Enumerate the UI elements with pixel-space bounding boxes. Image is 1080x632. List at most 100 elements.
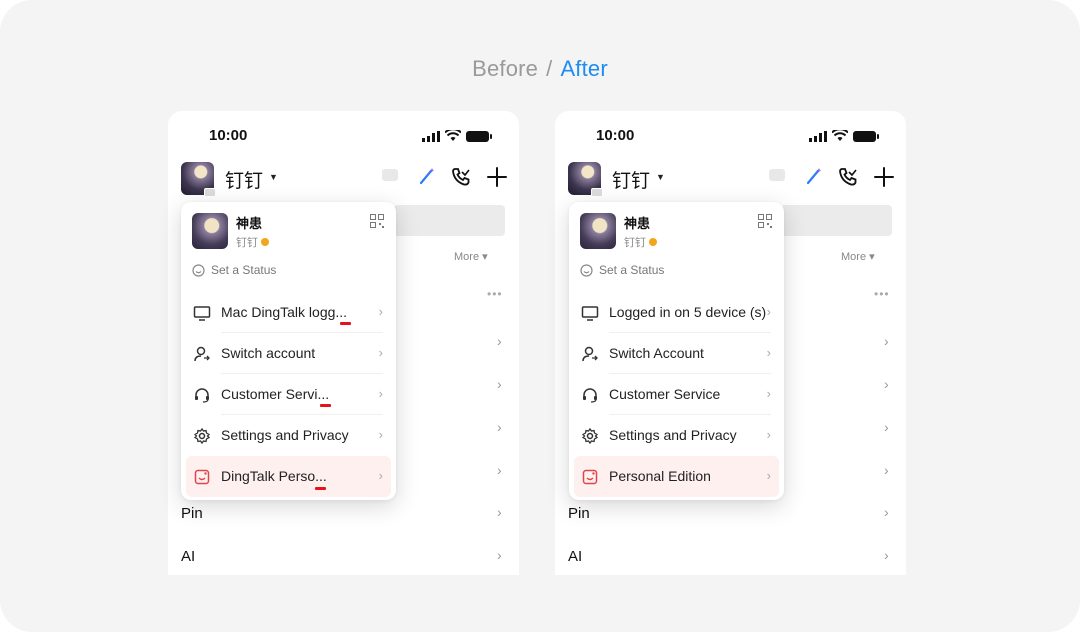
menu-label-settings: Settings and Privacy xyxy=(609,427,737,443)
chevron-right-icon[interactable]: › xyxy=(884,376,889,392)
chevron-right-icon[interactable]: › xyxy=(884,333,889,349)
status-icons xyxy=(809,130,879,142)
profile-org: 钉钉 xyxy=(624,234,657,250)
list-item-ai[interactable]: AI xyxy=(181,548,195,565)
org-title[interactable]: 钉钉 xyxy=(225,166,263,193)
device-badge-icon xyxy=(204,188,216,197)
more-tab[interactable]: More ▾ xyxy=(841,250,875,263)
more-tab-label: More xyxy=(841,251,867,263)
list-item-pin[interactable]: Pin xyxy=(181,505,203,522)
search-bar[interactable] xyxy=(781,205,892,236)
heading-after: After xyxy=(560,56,608,81)
gear-icon xyxy=(581,427,599,445)
profile-org-label: 钉钉 xyxy=(624,237,646,249)
wifi-icon xyxy=(445,130,461,141)
chevron-right-icon: › xyxy=(766,468,771,483)
qr-code-icon[interactable] xyxy=(758,214,772,228)
chevron-right-icon: › xyxy=(766,345,771,360)
chevron-right-icon: › xyxy=(378,386,383,401)
battery-icon xyxy=(853,130,879,142)
menu-label-devices: Logged in on 5 device (s) xyxy=(609,304,767,320)
heading-separator: / xyxy=(546,56,553,81)
call-icon[interactable] xyxy=(837,166,859,188)
call-icon[interactable] xyxy=(450,166,472,188)
more-options-icon[interactable]: ••• xyxy=(874,287,890,301)
menu-item-devices[interactable]: Logged in on 5 device (s) › xyxy=(574,292,779,333)
menu-item-customer-service[interactable]: Customer Servi... › xyxy=(186,374,391,415)
plus-icon[interactable] xyxy=(486,166,508,188)
profile-avatar[interactable] xyxy=(192,213,228,249)
chevron-right-icon[interactable]: › xyxy=(497,419,502,435)
chat-icon[interactable] xyxy=(767,166,787,186)
set-status-row[interactable]: Set a Status xyxy=(580,263,664,277)
signal-icon xyxy=(422,130,440,142)
status-time: 10:00 xyxy=(209,127,248,144)
caret-down-icon[interactable]: ▼ xyxy=(656,172,665,182)
menu-item-switch-account[interactable]: Switch account › xyxy=(186,333,391,374)
chevron-right-icon: › xyxy=(766,386,771,401)
headset-icon xyxy=(195,388,209,403)
plus-icon[interactable] xyxy=(873,166,895,188)
profile-avatar[interactable] xyxy=(580,213,616,249)
chevron-right-icon[interactable]: › xyxy=(497,462,502,478)
chevron-right-icon: › xyxy=(378,345,383,360)
menu-item-switch-account[interactable]: Switch Account › xyxy=(574,333,779,374)
set-status-label: Set a Status xyxy=(599,263,665,277)
search-bar[interactable] xyxy=(394,205,505,236)
device-badge-icon xyxy=(591,188,603,197)
personal-edition-icon xyxy=(582,469,598,485)
menu-label-customer-service: Customer Servi... xyxy=(221,386,330,402)
chevron-right-icon[interactable]: › xyxy=(497,504,502,520)
menu-item-devices[interactable]: Mac DingTalk logg... › xyxy=(186,292,391,333)
comparison-canvas: Before / After 10:00 钉钉 ▼ More ▾ ••• › › ›… xyxy=(0,0,1080,632)
chevron-right-icon[interactable]: › xyxy=(884,419,889,435)
chevron-right-icon[interactable]: › xyxy=(884,462,889,478)
verified-badge-icon xyxy=(261,238,269,246)
more-options-icon[interactable]: ••• xyxy=(487,287,503,301)
magic-wand-icon[interactable] xyxy=(417,166,437,186)
menu-item-personal-edition[interactable]: Personal Edition › xyxy=(574,456,779,497)
chevron-right-icon[interactable]: › xyxy=(497,333,502,349)
status-icons xyxy=(422,130,492,142)
chevron-right-icon[interactable]: › xyxy=(497,376,502,392)
chevron-right-icon[interactable]: › xyxy=(884,504,889,520)
avatar[interactable] xyxy=(568,162,603,197)
chevron-right-icon[interactable]: › xyxy=(497,547,502,563)
profile-org-label: 钉钉 xyxy=(236,237,258,249)
magic-wand-icon[interactable] xyxy=(804,166,824,186)
menu-item-personal-edition[interactable]: DingTalk Perso... › xyxy=(186,456,391,497)
list-item-ai[interactable]: AI xyxy=(568,548,582,565)
profile-name: 神患 xyxy=(624,216,651,231)
chevron-right-icon[interactable]: › xyxy=(884,547,889,563)
battery-icon xyxy=(466,130,492,142)
app-bar: 钉钉 ▼ xyxy=(168,161,519,197)
menu-item-customer-service[interactable]: Customer Service › xyxy=(574,374,779,415)
avatar[interactable] xyxy=(181,162,216,197)
more-tab[interactable]: More ▾ xyxy=(454,250,488,263)
qr-code-icon[interactable] xyxy=(370,214,384,228)
smile-status-icon xyxy=(580,263,593,277)
verified-badge-icon xyxy=(649,238,657,246)
menu-item-settings[interactable]: Settings and Privacy › xyxy=(574,415,779,456)
headset-icon xyxy=(583,388,597,403)
status-time: 10:00 xyxy=(596,127,635,144)
truncation-mark xyxy=(320,404,331,407)
caret-down-icon[interactable]: ▼ xyxy=(269,172,278,182)
user-switch-icon xyxy=(194,346,210,362)
list-item-pin[interactable]: Pin xyxy=(568,505,590,522)
chat-icon[interactable] xyxy=(380,166,400,186)
status-bar: 10:00 xyxy=(555,127,906,147)
menu-label-switch-account: Switch Account xyxy=(609,345,704,361)
comparison-heading: Before / After xyxy=(0,56,1080,82)
menu-label-customer-service: Customer Service xyxy=(609,386,721,402)
monitor-icon xyxy=(581,306,599,321)
status-bar: 10:00 xyxy=(168,127,519,147)
monitor-icon xyxy=(193,306,211,321)
smile-status-icon xyxy=(192,263,205,277)
heading-before: Before xyxy=(472,56,539,81)
truncation-mark xyxy=(340,322,351,325)
menu-item-settings[interactable]: Settings and Privacy › xyxy=(186,415,391,456)
account-menu-after: 神患 钉钉 Set a Status Logged in on 5 device… xyxy=(569,202,784,500)
org-title[interactable]: 钉钉 xyxy=(612,166,650,193)
set-status-row[interactable]: Set a Status xyxy=(192,263,276,277)
